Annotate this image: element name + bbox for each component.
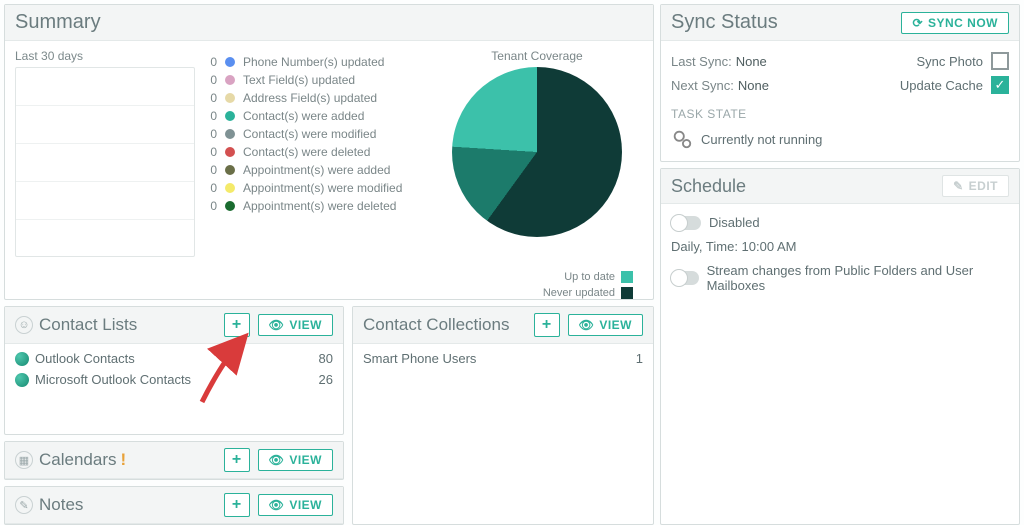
legend-row: 0Text Field(s) updated — [203, 71, 423, 89]
add-note-button[interactable]: + — [224, 493, 250, 517]
add-contact-list-button[interactable]: + — [224, 313, 250, 337]
edit-schedule-button[interactable]: ✎EDIT — [942, 175, 1009, 197]
sync-photo-checkbox[interactable] — [991, 52, 1009, 70]
schedule-time: Daily, Time: 10:00 AM — [671, 239, 1009, 254]
contact-collections-panel: Contact Collections + 👁VIEW Smart Phone … — [352, 306, 654, 525]
last30-empty-list — [15, 67, 195, 257]
stream-changes-label: Stream changes from Public Folders and U… — [707, 263, 1009, 293]
calendars-panel: ▦ Calendars! + 👁VIEW — [4, 441, 344, 480]
sync-status-panel: Sync Status ⟳SYNC NOW Last Sync: None Sy… — [660, 4, 1020, 162]
last-sync-label: Last Sync: — [671, 54, 732, 69]
pie-icon — [452, 67, 622, 237]
collection-row[interactable]: Smart Phone Users1 — [363, 348, 643, 369]
last30-label: Last 30 days — [15, 49, 195, 63]
contact-list-row[interactable]: Outlook Contacts80 — [15, 348, 333, 369]
calendars-title: Calendars — [39, 450, 117, 470]
sync-photo-label: Sync Photo — [917, 54, 984, 69]
schedule-panel: Schedule ✎EDIT Disabled Daily, Time: 10:… — [660, 168, 1020, 525]
pencil-icon: ✎ — [953, 179, 964, 193]
warning-icon: ! — [121, 450, 127, 470]
summary-title: Summary — [15, 11, 643, 34]
contact-lists-title: Contact Lists — [39, 315, 137, 335]
sync-now-button[interactable]: ⟳SYNC NOW — [901, 12, 1009, 34]
contact-lists-panel: ☺ Contact Lists + 👁VIEW Outlook Contacts8… — [4, 306, 344, 435]
summary-legend: 0Phone Number(s) updated0Text Field(s) u… — [203, 49, 423, 257]
legend-row: 0Phone Number(s) updated — [203, 53, 423, 71]
schedule-enabled-toggle[interactable] — [671, 216, 701, 230]
notes-icon: ✎ — [15, 496, 33, 514]
last30-section: Last 30 days — [15, 49, 195, 257]
summary-header: Summary — [5, 5, 653, 41]
add-collection-button[interactable]: + — [534, 313, 560, 337]
legend-row: 0Contact(s) were modified — [203, 125, 423, 143]
view-contact-lists-button[interactable]: 👁VIEW — [258, 314, 333, 336]
task-state-heading: TASK STATE — [671, 107, 1009, 121]
notes-panel: ✎ Notes + 👁VIEW — [4, 486, 344, 525]
update-cache-label: Update Cache — [900, 78, 983, 93]
chart-legend: Up to date Never updated — [5, 271, 633, 299]
sync-status-title: Sync Status — [671, 11, 893, 34]
stream-changes-toggle[interactable] — [671, 271, 699, 285]
legend-row: 0Appointment(s) were modified — [203, 179, 423, 197]
schedule-title: Schedule — [671, 176, 934, 197]
contact-list-row[interactable]: Microsoft Outlook Contacts26 — [15, 369, 333, 390]
legend-row: 0Contact(s) were deleted — [203, 143, 423, 161]
tenant-coverage-chart: Tenant Coverage — [431, 49, 643, 257]
globe-icon — [15, 373, 29, 387]
calendar-icon: ▦ — [15, 451, 33, 469]
update-cache-checkbox[interactable]: ✓ — [991, 76, 1009, 94]
gears-icon — [671, 128, 693, 150]
view-collections-button[interactable]: 👁VIEW — [568, 314, 643, 336]
eye-icon: 👁 — [269, 318, 285, 332]
legend-row: 0Appointment(s) were added — [203, 161, 423, 179]
eye-icon: 👁 — [579, 318, 595, 332]
next-sync-value: None — [738, 78, 900, 93]
legend-row: 0Appointment(s) were deleted — [203, 197, 423, 215]
eye-icon: 👁 — [269, 453, 285, 467]
view-notes-button[interactable]: 👁VIEW — [258, 494, 333, 516]
refresh-icon: ⟳ — [912, 16, 923, 30]
next-sync-label: Next Sync: — [671, 78, 734, 93]
summary-panel: Summary Last 30 days 0Phone Number(s) up… — [4, 4, 654, 300]
legend-row: 0Contact(s) were added — [203, 107, 423, 125]
schedule-disabled-label: Disabled — [709, 215, 760, 230]
view-calendars-button[interactable]: 👁VIEW — [258, 449, 333, 471]
add-calendar-button[interactable]: + — [224, 448, 250, 472]
task-state-text: Currently not running — [701, 132, 822, 147]
chart-title: Tenant Coverage — [431, 49, 643, 63]
people-icon: ☺ — [15, 316, 33, 334]
contact-collections-title: Contact Collections — [363, 315, 509, 335]
last-sync-value: None — [736, 54, 917, 69]
notes-title: Notes — [39, 495, 83, 515]
globe-icon — [15, 352, 29, 366]
legend-row: 0Address Field(s) updated — [203, 89, 423, 107]
